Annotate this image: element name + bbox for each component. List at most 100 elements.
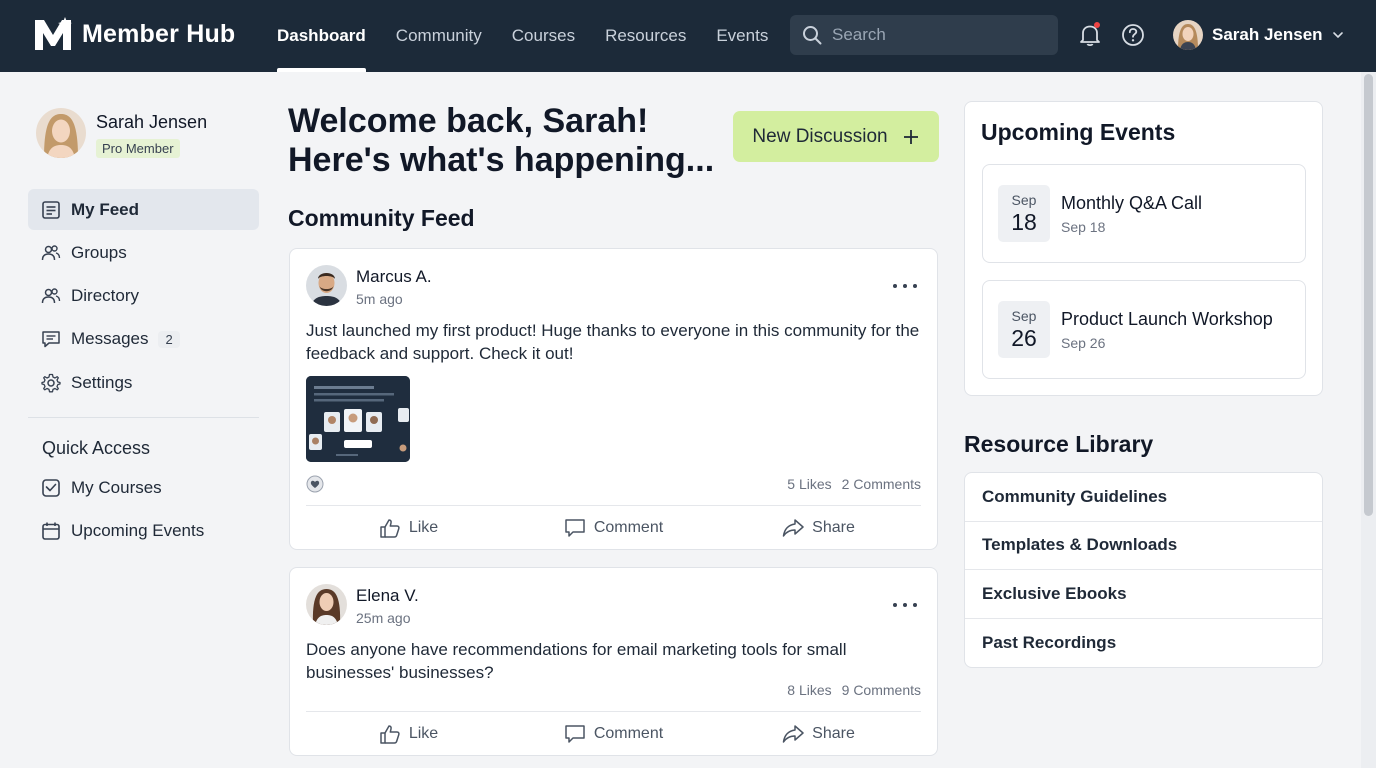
upcoming-events-card: Upcoming Events Sep 18 Monthly Q&A Call … xyxy=(964,101,1323,396)
comments-count[interactable]: 2 Comments xyxy=(842,476,921,492)
logo-icon xyxy=(35,17,72,50)
post-image[interactable] xyxy=(306,376,410,462)
post-time: 5m ago xyxy=(356,291,403,307)
comment-button[interactable]: Comment xyxy=(511,506,716,550)
share-button[interactable]: Share xyxy=(716,506,921,550)
like-button[interactable]: Like xyxy=(306,712,511,756)
share-icon xyxy=(782,725,804,743)
event-date-badge: Sep 18 xyxy=(998,185,1050,242)
more-options-icon[interactable] xyxy=(893,595,917,615)
app-logo[interactable]: Member Hub xyxy=(34,16,235,52)
unread-count-badge: 2 xyxy=(158,330,180,348)
event-name: Product Launch Workshop xyxy=(1061,309,1273,329)
sidebar-item-settings[interactable]: Settings xyxy=(28,362,259,403)
quick-access-label: My Courses xyxy=(71,477,162,497)
event-date-badge: Sep 26 xyxy=(998,301,1050,358)
membership-badge: Pro Member xyxy=(96,139,180,158)
sidebar-item-groups[interactable]: Groups xyxy=(28,232,259,273)
new-discussion-button[interactable]: New Discussion xyxy=(733,111,939,162)
comment-label: Comment xyxy=(593,725,664,742)
avatar xyxy=(1173,20,1203,50)
sidebar-item-label: Messages xyxy=(71,329,149,349)
search-box xyxy=(790,15,1058,55)
nav-community[interactable]: Community xyxy=(381,0,497,72)
sidebar-item-directory[interactable]: Directory xyxy=(28,276,259,317)
event-item[interactable]: Sep 18 Monthly Q&A Call Sep 18 xyxy=(982,164,1306,263)
post-stats: 8 Likes 9 Comments xyxy=(787,682,921,698)
quick-access-upcoming-events[interactable]: Upcoming Events xyxy=(28,510,259,551)
resource-item[interactable]: Templates & Downloads xyxy=(965,522,1322,570)
post-author[interactable]: Elena V. xyxy=(356,586,419,606)
post-stats: 5 Likes 2 Comments xyxy=(787,476,921,492)
sidebar-item-label: Groups xyxy=(71,242,127,262)
comment-label: Comment xyxy=(593,519,664,536)
community-feed-title: Community Feed xyxy=(288,205,475,231)
event-item[interactable]: Sep 26 Product Launch Workshop Sep 26 xyxy=(982,280,1306,379)
gear-icon xyxy=(41,373,61,393)
checkbox-icon xyxy=(42,478,60,497)
resource-item[interactable]: Exclusive Ebooks xyxy=(965,570,1322,619)
upcoming-events-title: Upcoming Events xyxy=(981,119,1176,145)
more-options-icon[interactable] xyxy=(893,276,917,296)
post-header: Elena V. 25m ago xyxy=(306,584,419,626)
avatar[interactable] xyxy=(306,265,347,306)
chevron-down-icon xyxy=(1332,32,1343,39)
sidebar-item-label: Settings xyxy=(71,372,133,392)
post-header: Marcus A. 5m ago xyxy=(306,265,432,307)
event-date: Sep 26 xyxy=(1061,335,1106,351)
feed-post: Marcus A. 5m ago Just launched my first … xyxy=(289,248,938,550)
post-actions: Like Comment Share xyxy=(306,711,921,756)
comment-icon xyxy=(565,725,585,743)
event-month: Sep xyxy=(1011,308,1037,324)
event-day: 18 xyxy=(1011,209,1037,235)
comments-count[interactable]: 9 Comments xyxy=(842,682,921,698)
avatar[interactable] xyxy=(36,108,86,158)
search-icon xyxy=(803,26,822,45)
like-button[interactable]: Like xyxy=(306,506,511,550)
like-label: Like xyxy=(408,725,439,742)
top-bar: Member Hub Dashboard Community Courses R… xyxy=(0,0,1376,72)
quick-access-my-courses[interactable]: My Courses xyxy=(28,467,259,508)
sidebar-item-messages[interactable]: Messages 2 xyxy=(28,319,259,360)
comment-button[interactable]: Comment xyxy=(511,712,716,756)
page-scrollbar[interactable] xyxy=(1361,72,1376,768)
app-name: Member Hub xyxy=(82,19,236,48)
sidebar-divider xyxy=(28,417,259,418)
share-icon xyxy=(782,519,804,537)
nav-resources[interactable]: Resources xyxy=(590,0,701,72)
resource-item[interactable]: Community Guidelines xyxy=(965,473,1322,522)
directory-icon xyxy=(41,288,61,304)
share-button[interactable]: Share xyxy=(716,712,921,756)
calendar-icon xyxy=(42,522,60,540)
resource-item[interactable]: Past Recordings xyxy=(965,619,1322,668)
post-author[interactable]: Marcus A. xyxy=(356,267,432,287)
post-text: Does anyone have recommendations for ema… xyxy=(306,640,847,682)
quick-access-menu: My Courses Upcoming Events xyxy=(28,467,259,553)
user-menu[interactable]: Sarah Jensen xyxy=(1173,19,1344,51)
avatar[interactable] xyxy=(306,584,347,625)
nav-courses[interactable]: Courses xyxy=(497,0,590,72)
welcome-heading: Welcome back, Sarah! Here's what's happe… xyxy=(288,102,714,180)
notification-dot xyxy=(1094,22,1100,28)
reaction-icon[interactable] xyxy=(306,475,324,493)
nav-dashboard[interactable]: Dashboard xyxy=(262,0,381,72)
notifications-button[interactable] xyxy=(1077,22,1103,48)
sidebar-item-label: Directory xyxy=(71,286,140,306)
main-nav: Dashboard Community Courses Resources Ev… xyxy=(262,0,783,72)
comment-icon xyxy=(565,519,585,537)
sidebar-item-my-feed[interactable]: My Feed xyxy=(28,189,259,230)
event-name: Monthly Q&A Call xyxy=(1061,193,1203,213)
share-label: Share xyxy=(812,725,855,742)
likes-count[interactable]: 8 Likes xyxy=(787,682,831,698)
groups-icon xyxy=(41,245,61,260)
nav-events[interactable]: Events xyxy=(701,0,783,72)
scrollbar-thumb[interactable] xyxy=(1364,74,1373,516)
help-button[interactable] xyxy=(1120,22,1146,48)
post-text: Just launched my first product! Huge tha… xyxy=(306,321,920,363)
plus-icon xyxy=(903,129,918,144)
welcome-subline: Here's what's happening... xyxy=(288,141,715,179)
quick-access-title: Quick Access xyxy=(42,438,151,458)
likes-count[interactable]: 5 Likes xyxy=(787,476,831,492)
profile-name: Sarah Jensen xyxy=(96,112,208,132)
search-input[interactable] xyxy=(832,25,1042,45)
